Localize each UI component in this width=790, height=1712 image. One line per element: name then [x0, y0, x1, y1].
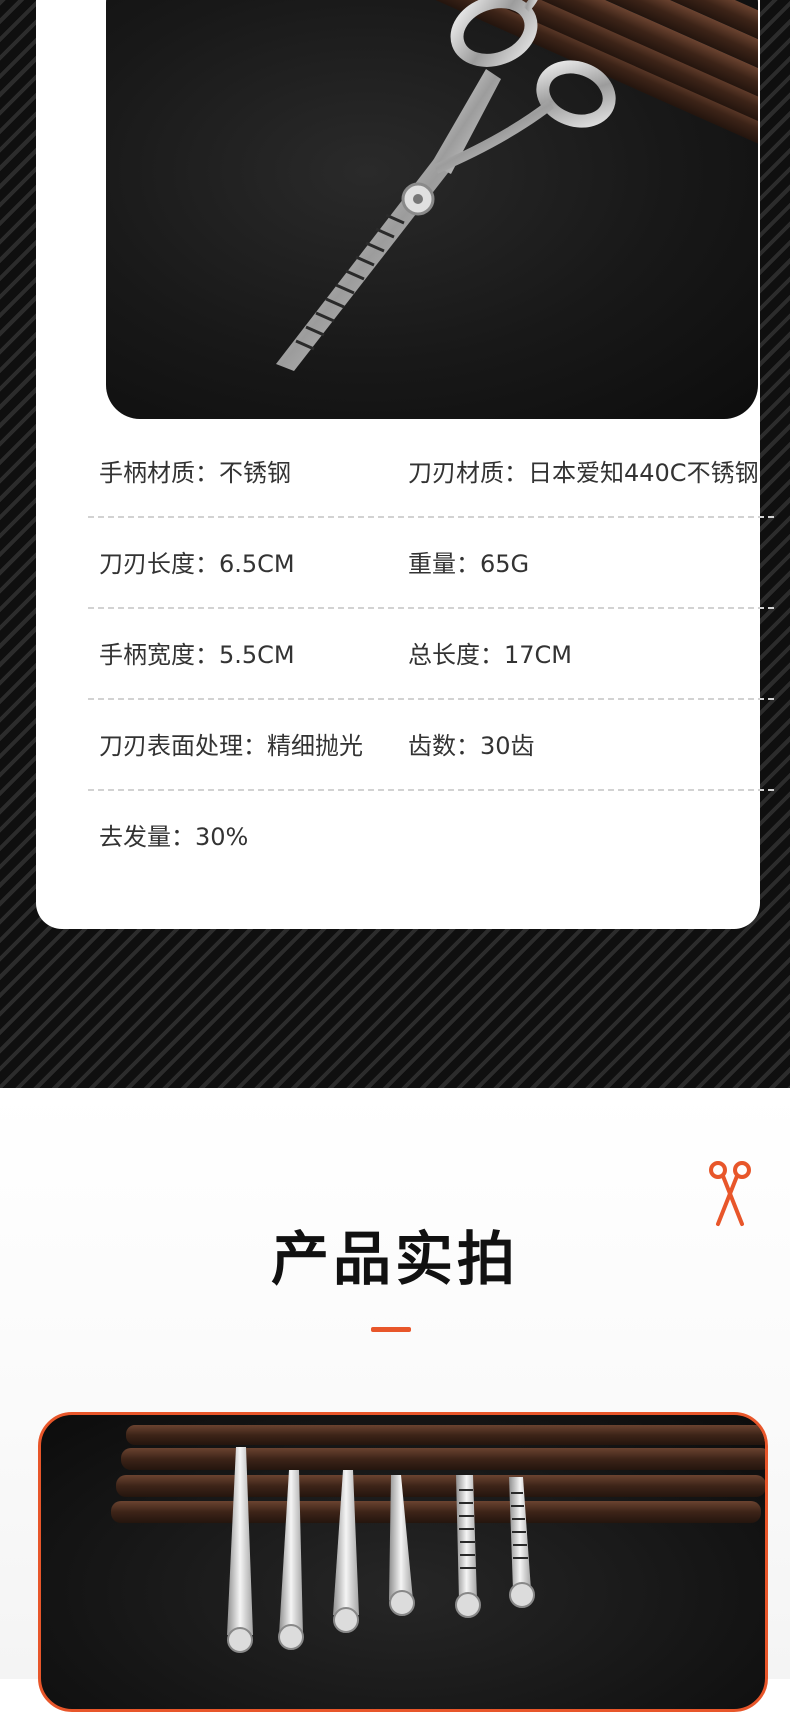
spec-handle-width: 手柄宽度：5.5CM — [99, 641, 295, 669]
spec-blade-length: 刀刃长度：6.5CM — [99, 550, 295, 578]
spec-thinning-rate: 去发量：30% — [99, 823, 249, 851]
spec-row: 手柄材质：不锈钢 刀刃材质：日本爱知440C不锈钢 — [88, 427, 774, 518]
spec-row: 刀刃长度：6.5CM 重量：65G — [88, 518, 774, 609]
spec-row: 刀刃表面处理：精细抛光 齿数：30齿 — [88, 700, 774, 791]
spec-section: 手柄材质：不锈钢 刀刃材质：日本爱知440C不锈钢 刀刃长度：6.5CM 重量：… — [0, 0, 790, 1088]
scissors-icon — [708, 1160, 752, 1228]
spec-teeth-count: 齿数：30齿 — [408, 732, 535, 760]
spec-blade-material: 刀刃材质：日本爱知440C不锈钢 — [408, 459, 759, 487]
spec-handle-material: 手柄材质：不锈钢 — [99, 459, 291, 487]
spec-card: 手柄材质：不锈钢 刀刃材质：日本爱知440C不锈钢 刀刃长度：6.5CM 重量：… — [36, 0, 774, 929]
title-underline — [371, 1327, 411, 1332]
spec-weight: 重量：65G — [408, 550, 530, 578]
product-photos-section: 产品实拍 — [0, 1088, 790, 1712]
spec-row: 手柄宽度：5.5CM 总长度：17CM — [88, 609, 774, 700]
product-photo-thinning-shears — [106, 0, 758, 419]
spec-total-length: 总长度：17CM — [408, 641, 573, 669]
bamboo-sticks — [111, 1425, 765, 1523]
product-photo-scissors-collection — [38, 1412, 768, 1712]
spec-surface-finish: 刀刃表面处理：精细抛光 — [99, 732, 363, 760]
section-title: 产品实拍 — [270, 1225, 519, 1293]
spec-row: 去发量：30% — [88, 791, 774, 882]
specs-table: 手柄材质：不锈钢 刀刃材质：日本爱知440C不锈钢 刀刃长度：6.5CM 重量：… — [88, 427, 774, 882]
bamboo-sticks — [361, 0, 758, 192]
